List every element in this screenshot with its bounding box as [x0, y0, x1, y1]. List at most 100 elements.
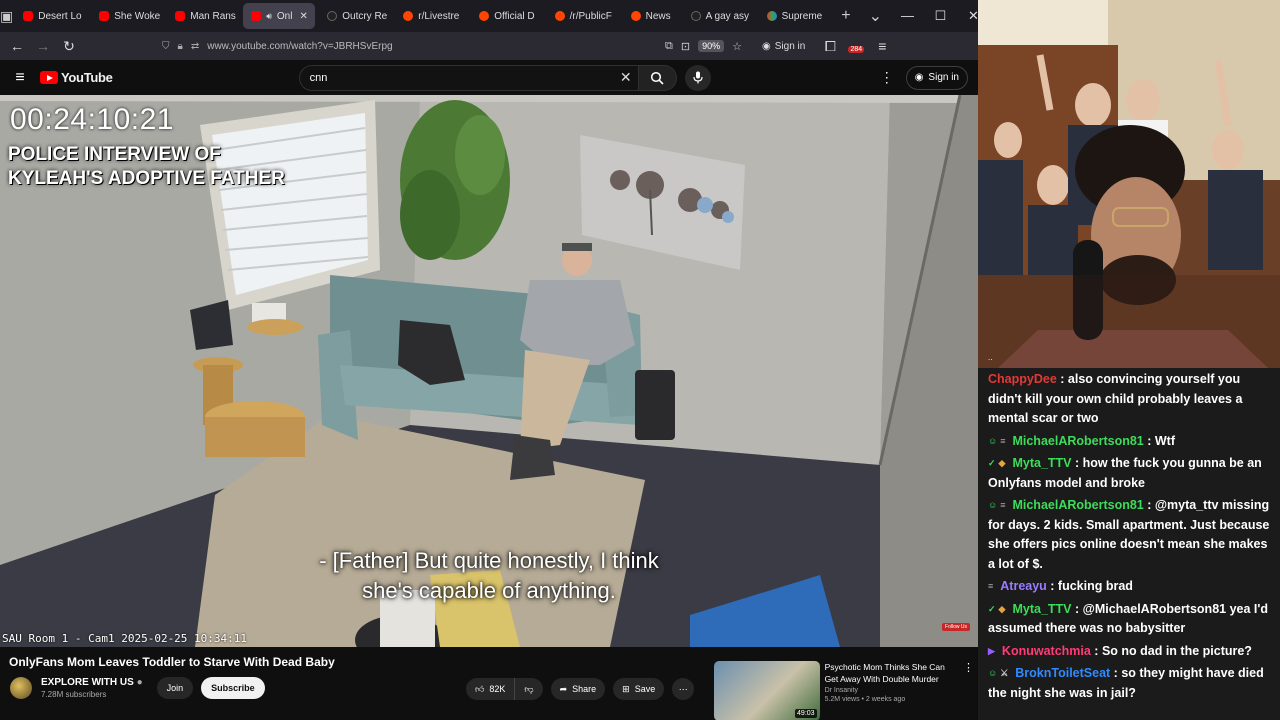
permissions-icon[interactable]: ⇄: [191, 41, 199, 52]
chat-badges: ▶: [988, 642, 998, 662]
settings-kebab-icon[interactable]: ⋮: [880, 69, 894, 86]
like-dislike-group: 👍︎ 82K 👎︎: [466, 678, 543, 700]
chat-message: ☺ ⚔ BroknToiletSeat : so they might have d…: [988, 664, 1274, 703]
reddit-icon: [630, 11, 641, 21]
search-button[interactable]: [638, 64, 677, 91]
yf-icon: [327, 11, 338, 21]
minimize-icon[interactable]: —: [891, 8, 924, 24]
video-player[interactable]: 00:24:10:21 POLICE INTERVIEW OF KYLEAH'S…: [0, 95, 978, 647]
like-button[interactable]: 👍︎ 82K: [466, 678, 516, 700]
chat-username[interactable]: Atreayu: [1000, 579, 1047, 593]
search-input[interactable]: [309, 71, 610, 84]
maximize-icon[interactable]: ☐: [924, 8, 957, 24]
recommended-more-icon[interactable]: ⋮: [963, 661, 974, 720]
youtube-logo-text: YouTube: [61, 70, 113, 85]
forward-icon[interactable]: →: [30, 38, 56, 54]
recommended-channel[interactable]: Dr Insanity: [825, 687, 959, 694]
voice-search-button[interactable]: [684, 64, 711, 91]
chat-username[interactable]: MichaelARobertson81: [1012, 434, 1143, 448]
browser-tab[interactable]: Outcry Re: [319, 3, 391, 29]
browser-account-button[interactable]: ◉ Sign in: [762, 41, 805, 52]
picture-in-picture-icon[interactable]: ⧉: [665, 40, 673, 53]
browser-tab[interactable]: News: [623, 3, 679, 29]
youtube-signin-button[interactable]: ◉ Sign in: [905, 65, 968, 90]
zoom-level[interactable]: 90%: [698, 40, 725, 52]
browser-tab[interactable]: r/Livestre: [395, 3, 467, 29]
account-icon: ◉: [762, 40, 771, 52]
chat-username[interactable]: MichaelARobertson81: [1012, 498, 1143, 512]
shield-icon[interactable]: ⛉: [162, 41, 170, 52]
recommended-title[interactable]: Psychotic Mom Thinks She Can Get Away Wi…: [825, 661, 959, 685]
chat-username[interactable]: BroknToiletSeat: [1015, 666, 1110, 680]
hamburger-menu-icon[interactable]: ≡: [0, 69, 40, 87]
speaker-icon[interactable]: 🔊︎: [266, 11, 272, 22]
url-actions: ⧉ ⊡ 90% ☆: [665, 40, 742, 53]
extensions-icon[interactable]: ⧠: [817, 38, 843, 55]
url-bar[interactable]: ⛉ 🔒︎ ⇄ www.youtube.com/watch?v=JBRHSvErp…: [162, 34, 742, 58]
youtube-logo[interactable]: YouTube: [40, 70, 113, 85]
back-icon[interactable]: ←: [4, 38, 30, 54]
subscriber-badge-icon: ≡: [988, 581, 994, 591]
recommended-thumbnail[interactable]: 49:03: [714, 661, 820, 720]
video-title: OnlyFans Mom Leaves Toddler to Starve Wi…: [9, 655, 335, 669]
channel-avatar[interactable]: [10, 677, 32, 699]
subscribe-button[interactable]: Subscribe: [201, 677, 265, 699]
tab-title: Onl: [276, 10, 293, 22]
chat-badges: ☺ ⚔: [988, 664, 1011, 684]
chat-separator: :: [1046, 579, 1058, 593]
clear-search-icon[interactable]: ✕: [620, 69, 632, 86]
chat-username[interactable]: ChappyDee: [988, 372, 1057, 386]
screenshot-icon[interactable]: ⊡: [681, 40, 690, 53]
chat-text: Wtf: [1154, 433, 1175, 448]
account-circle-icon: ◉: [914, 72, 924, 83]
close-tab-icon[interactable]: ✕: [299, 11, 307, 22]
dislike-button[interactable]: 👎︎: [515, 678, 543, 700]
follow-badge: Follow Us: [942, 623, 970, 631]
video-timestamp: 00:24:10:21: [10, 103, 174, 136]
tab-title: r/Livestre: [418, 10, 460, 22]
reddit-icon: [479, 11, 490, 21]
screen: ▣ Desert Lo She Woke Man Rans 🔊︎ Onl ✕ Outcry …: [0, 0, 1280, 720]
menu-icon[interactable]: ≡: [869, 38, 895, 54]
browser-tab[interactable]: /r/PublicF: [547, 3, 619, 29]
reload-icon[interactable]: ↻: [56, 38, 82, 55]
new-tab-icon[interactable]: +: [832, 7, 859, 25]
streamer-webcam: ..: [978, 0, 1280, 368]
tab-list-icon[interactable]: ▣: [0, 0, 13, 32]
browser-tab[interactable]: Official D: [471, 3, 542, 29]
overlay-title-line2: KYLEAH'S ADOPTIVE FATHER: [8, 168, 285, 189]
chat-username[interactable]: Myta_TTV: [1012, 456, 1071, 470]
chat-message: ✓ ◆ Myta_TTV : @MichaelARobertson81 yea I'…: [988, 600, 1274, 639]
browser-tab[interactable]: A gay asy: [683, 3, 755, 29]
overlay-title-line1: POLICE INTERVIEW OF: [8, 144, 221, 165]
channel-name-text[interactable]: EXPLORE WITH US: [41, 677, 134, 688]
chat-message: ChappyDee : also convincing yourself you…: [988, 370, 1274, 429]
youtube-signin-label: Sign in: [928, 72, 959, 83]
browser-tab[interactable]: Man Rans: [167, 3, 239, 29]
chat-message: ☺ ≡ MichaelARobertson81 : Wtf: [988, 432, 1274, 452]
url-text[interactable]: www.youtube.com/watch?v=JBRHSvErpg: [207, 41, 392, 52]
save-button[interactable]: ⊞ Save: [613, 678, 665, 700]
join-button[interactable]: Join: [156, 677, 194, 699]
browser-tab[interactable]: Supreme: [759, 3, 831, 29]
browser-tab[interactable]: She Woke: [91, 3, 163, 29]
more-actions-button[interactable]: ⋯: [672, 678, 695, 700]
browser-tab[interactable]: 🔊︎ Onl ✕: [243, 3, 316, 29]
reddit-icon: [554, 11, 565, 21]
tab-title: /r/PublicF: [569, 10, 612, 22]
chat-username[interactable]: Myta_TTV: [1012, 602, 1071, 616]
person-badge-icon: ☺: [988, 435, 998, 446]
channel-row: EXPLORE WITH US ● 7.28M subscribers Join…: [10, 677, 265, 699]
channel-name[interactable]: EXPLORE WITH US ●: [41, 677, 143, 688]
share-button[interactable]: ➦ Share: [550, 678, 606, 700]
window-controls: — ☐ ✕: [891, 8, 990, 24]
bookmark-star-icon[interactable]: ☆: [732, 40, 742, 53]
youtube-play-icon: [40, 71, 58, 84]
recommended-video[interactable]: 49:03 Psychotic Mom Thinks She Can Get A…: [714, 661, 974, 720]
chat-badges: ☺ ≡: [988, 496, 1008, 516]
browser-tab[interactable]: Desert Lo: [15, 3, 87, 29]
chevron-down-icon[interactable]: ⌄: [860, 6, 891, 26]
ublock-icon[interactable]: 284: [843, 38, 869, 54]
bookmark-icon: ⊞: [622, 683, 630, 694]
chat-username[interactable]: Konuwatchmia: [1002, 644, 1091, 658]
